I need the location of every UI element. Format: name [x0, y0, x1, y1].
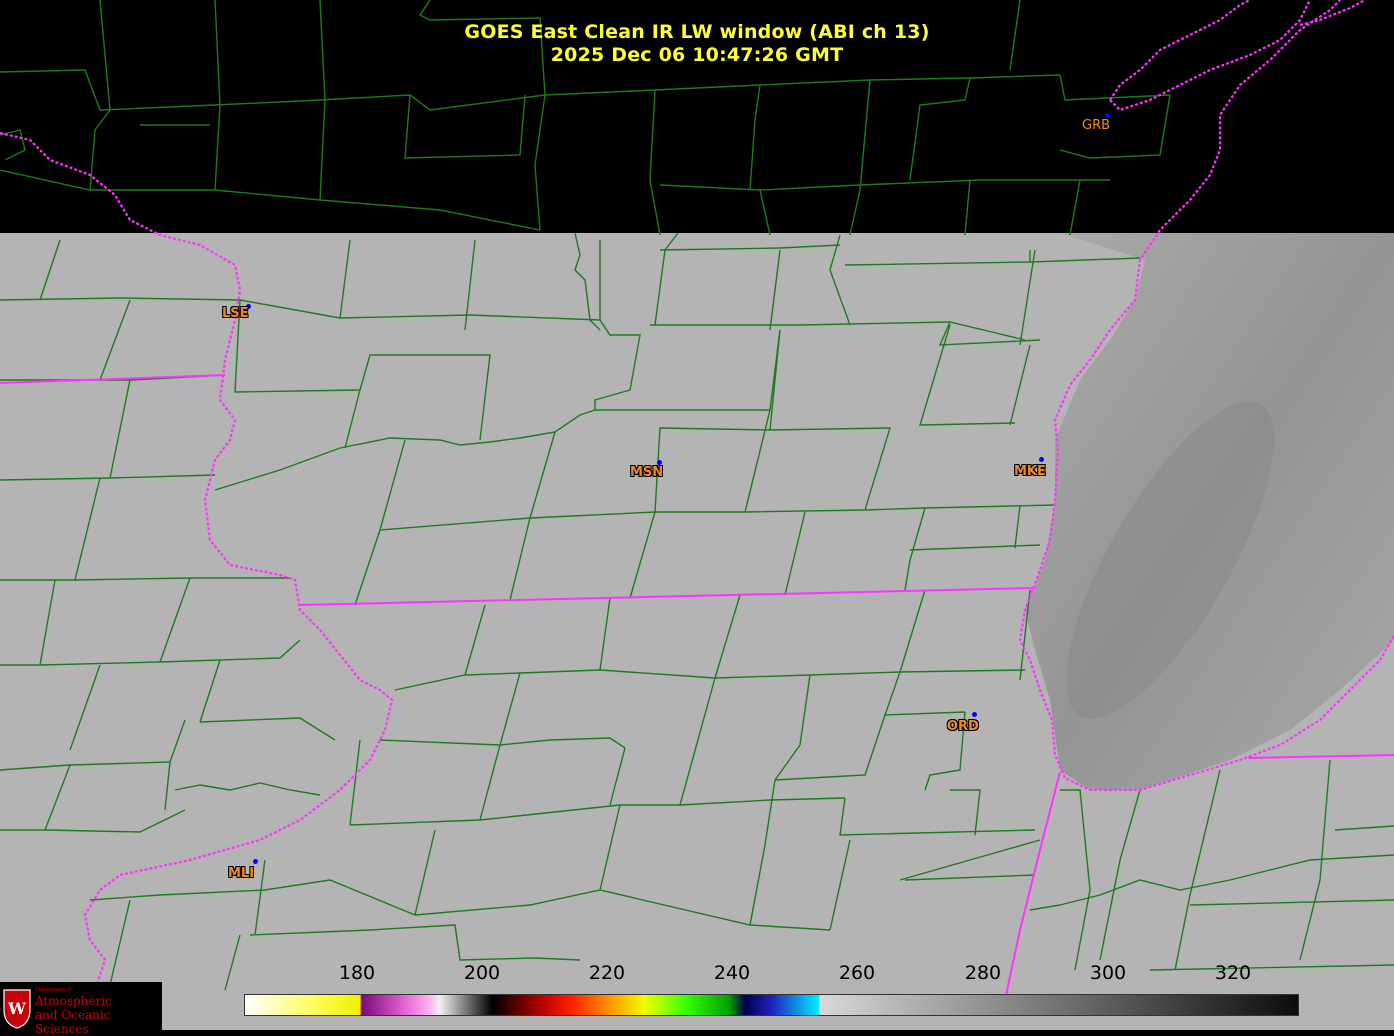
logo-line1: Department of — [35, 987, 72, 993]
station-label-msn: MSN — [630, 465, 664, 480]
logo-line2: Atmospheric — [35, 994, 112, 1008]
station-dot-mke — [1039, 457, 1044, 462]
station-label-ord: ORD — [947, 719, 979, 734]
colorbar-tick-280: 280 — [964, 962, 1002, 984]
station-dot-mli — [253, 859, 258, 864]
map-title-line1: GOES East Clean IR LW window (ABI ch 13) — [464, 21, 930, 43]
uw-crest-icon: W — [3, 989, 31, 1029]
satellite-map — [0, 0, 1394, 1030]
aos-logo: W Department of Atmospheric and Oceanic … — [0, 982, 162, 1036]
colorbar-tick-260: 260 — [838, 962, 876, 984]
colorbar-tick-200: 200 — [463, 962, 501, 984]
colorbar-tick-240: 240 — [713, 962, 751, 984]
temperature-colorbar — [244, 994, 1299, 1016]
station-dot-ord — [972, 712, 977, 717]
svg-text:W: W — [7, 999, 27, 1018]
colorbar-tick-320: 320 — [1214, 962, 1252, 984]
station-label-lse: LSE — [222, 306, 249, 321]
map-title-line2: 2025 Dec 06 10:47:26 GMT — [550, 44, 844, 66]
colorbar-tick-220: 220 — [588, 962, 626, 984]
colorbar-tick-300: 300 — [1089, 962, 1127, 984]
colorbar-tick-180: 180 — [338, 962, 376, 984]
station-label-mke: MKE — [1014, 464, 1046, 479]
station-label-mli: MLI — [228, 866, 255, 881]
station-label-grb: GRB — [1082, 118, 1111, 133]
logo-line3: and Oceanic Sciences — [35, 1008, 111, 1036]
